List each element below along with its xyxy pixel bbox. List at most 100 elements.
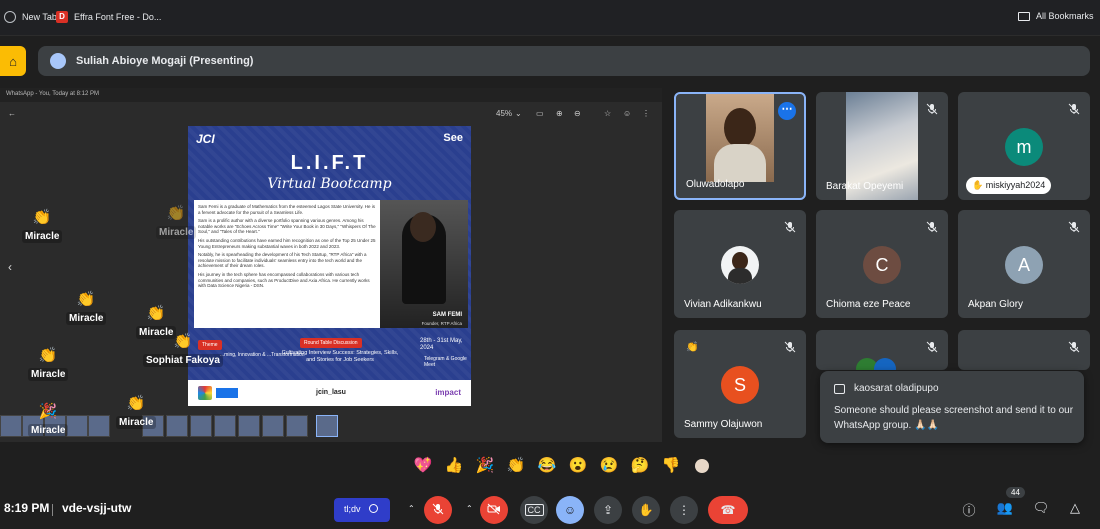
participant-tile-vivian[interactable]: Vivian Adikankwu xyxy=(674,210,806,318)
party-popper-reaction[interactable]: 🎉 xyxy=(474,455,496,477)
mic-off-icon xyxy=(1068,102,1080,115)
reaction-bubble: 👏 Miracle xyxy=(22,208,63,244)
info-icon: ⓘ xyxy=(962,503,976,518)
presenting-title: Suliah Abioye Mogaji (Presenting) xyxy=(76,55,254,67)
camera-off-icon xyxy=(487,503,501,518)
info-button[interactable]: ⓘ xyxy=(958,500,980,519)
mic-off-icon xyxy=(926,220,938,233)
slide-footer: jcin_lasu impact xyxy=(188,380,471,406)
tldv-button[interactable]: tl;dv xyxy=(334,498,390,522)
reaction-bubble: 👏 Miracle xyxy=(156,204,197,240)
present-screen-icon: ⇪ xyxy=(602,503,614,517)
thumbnail[interactable] xyxy=(238,415,260,437)
video-options-chevron-icon[interactable]: ⌃ xyxy=(466,504,473,513)
bookmark-effra-font[interactable]: D Effra Font Free - Do... xyxy=(56,11,161,23)
more-vert-icon[interactable]: ⋮ xyxy=(642,109,650,118)
emoji-icon[interactable]: ☺ xyxy=(623,109,631,118)
reaction-bar: 💖 👍 🎉 👏 😂 😮 😢 🤔 👎 xyxy=(412,454,709,478)
avatar: m xyxy=(1005,128,1043,166)
mic-off-icon xyxy=(432,503,444,518)
sparkling-heart-reaction[interactable]: 💖 xyxy=(412,455,434,477)
thumbnail[interactable] xyxy=(286,415,308,437)
bookmark-new-tab[interactable]: New Tab xyxy=(4,11,57,23)
speaker-bio: Sam Femi is a graduate of Mathematics fr… xyxy=(194,200,380,328)
chat-button[interactable]: 🗨 xyxy=(1030,500,1052,516)
mic-off-icon xyxy=(1068,220,1080,233)
fit-icon[interactable]: ▭ xyxy=(536,109,544,118)
thumbnail[interactable] xyxy=(88,415,110,437)
participant-tile-miskiyyah[interactable]: m ✋ miskiyyah2024 xyxy=(958,92,1090,200)
sad-reaction[interactable]: 😢 xyxy=(598,455,620,477)
participant-tile-sammy[interactable]: 👏 S Sammy Olajuwon xyxy=(674,330,806,438)
audio-options-chevron-icon[interactable]: ⌃ xyxy=(408,504,415,513)
partner-logo-icon xyxy=(198,386,212,400)
thumbnail[interactable] xyxy=(166,415,188,437)
participant-tile-oluwadolapo[interactable]: ⋯ Oluwadolapo xyxy=(674,92,806,200)
chat-message: Someone should please screenshot and sen… xyxy=(834,405,1074,431)
clap-reaction[interactable]: 👏 xyxy=(505,455,527,477)
divider xyxy=(52,504,53,516)
star-icon[interactable]: ☆ xyxy=(604,109,611,118)
raise-hand-button[interactable]: ✋ xyxy=(632,496,660,524)
activities-button[interactable]: △ xyxy=(1064,500,1086,516)
skin-tone-selector[interactable] xyxy=(695,459,709,473)
mic-off-icon xyxy=(926,340,938,353)
partner-logo-icon xyxy=(216,388,238,398)
participant-tile-akpan[interactable]: A Akpan Glory xyxy=(958,210,1090,318)
mic-off-icon xyxy=(1068,340,1080,353)
image-viewer-toolbar: ← 45% ⌄ ▭ ⊕ ⊖ ☆ ☺ ⋮ xyxy=(0,102,662,124)
d-favicon-icon: D xyxy=(56,11,68,23)
zoom-level: 45% xyxy=(496,109,513,118)
thumbnail[interactable] xyxy=(190,415,212,437)
thumbs-up-reaction[interactable]: 👍 xyxy=(443,455,465,477)
back-arrow-icon[interactable]: ← xyxy=(8,109,16,118)
hand-raised-chip: ✋ miskiyyah2024 xyxy=(966,177,1052,194)
present-button[interactable]: ⇪ xyxy=(594,496,622,524)
reaction-bubble: 👏 Sophiat Fakoya xyxy=(143,332,223,368)
people-count-badge: 44 xyxy=(1006,487,1025,498)
hang-up-icon: ☎ xyxy=(720,503,736,517)
laugh-reaction[interactable]: 😂 xyxy=(536,455,558,477)
zoom-in-icon[interactable]: ⊕ xyxy=(556,109,563,118)
all-bookmarks-button[interactable]: All Bookmarks xyxy=(1018,11,1094,21)
participant-tile-chioma[interactable]: C Chioma eze Peace xyxy=(816,210,948,318)
participant-tile-hidden[interactable] xyxy=(816,330,948,370)
clap-reaction-icon: 👏 xyxy=(686,342,699,353)
avatar: A xyxy=(1005,246,1043,284)
chevron-down-icon[interactable]: ⌄ xyxy=(515,109,522,118)
leave-call-button[interactable]: ☎ xyxy=(708,496,748,524)
participant-tile-barakat[interactable]: Barakat Opeyemi xyxy=(816,92,948,200)
reaction-bubble: 👏 Miracle xyxy=(66,290,107,326)
meeting-code: vde-vsjj-utw xyxy=(62,501,132,515)
clock: 8:19 PM xyxy=(4,501,50,515)
thumbnail[interactable] xyxy=(214,415,236,437)
bookmarks-bar: New Tab D Effra Font Free - Do... All Bo… xyxy=(0,0,1100,36)
hand-icon: ✋ xyxy=(638,503,654,517)
thinking-reaction[interactable]: 🤔 xyxy=(629,455,651,477)
reaction-bubble: 👏 Miracle xyxy=(28,346,69,382)
thumbnail[interactable] xyxy=(0,415,22,437)
thumbs-down-reaction[interactable]: 👎 xyxy=(660,455,682,477)
thumbnail[interactable] xyxy=(262,415,284,437)
chat-notification[interactable]: kaosarat oladipupo Someone should please… xyxy=(820,371,1084,443)
reactions-button[interactable]: ☺ xyxy=(556,496,584,524)
thumbnail-selected[interactable] xyxy=(316,415,338,437)
surprised-reaction[interactable]: 😮 xyxy=(567,455,589,477)
people-button[interactable]: 👥 xyxy=(994,500,1016,516)
chat-sender: kaosarat oladipupo xyxy=(854,383,939,394)
mic-off-icon xyxy=(784,340,796,353)
captions-button[interactable]: CC xyxy=(520,496,548,524)
previous-icon[interactable]: ‹ xyxy=(8,260,12,274)
mic-toggle-button[interactable] xyxy=(424,496,452,524)
reaction-bubble: 👏 Miracle xyxy=(116,394,157,430)
avatar xyxy=(721,246,759,284)
meet-apps-badge[interactable]: ⌂ xyxy=(0,46,26,76)
more-options-button[interactable]: ⋮ xyxy=(670,496,698,524)
participant-tile-hidden[interactable] xyxy=(958,330,1090,370)
camera-toggle-button[interactable] xyxy=(480,496,508,524)
thumbnail[interactable] xyxy=(66,415,88,437)
chat-icon xyxy=(834,384,845,394)
speaker-photo: SAM FEMI Founder, RTP Africa xyxy=(380,200,468,328)
more-options-button[interactable]: ⋯ xyxy=(778,102,796,120)
zoom-out-icon[interactable]: ⊖ xyxy=(574,109,581,118)
